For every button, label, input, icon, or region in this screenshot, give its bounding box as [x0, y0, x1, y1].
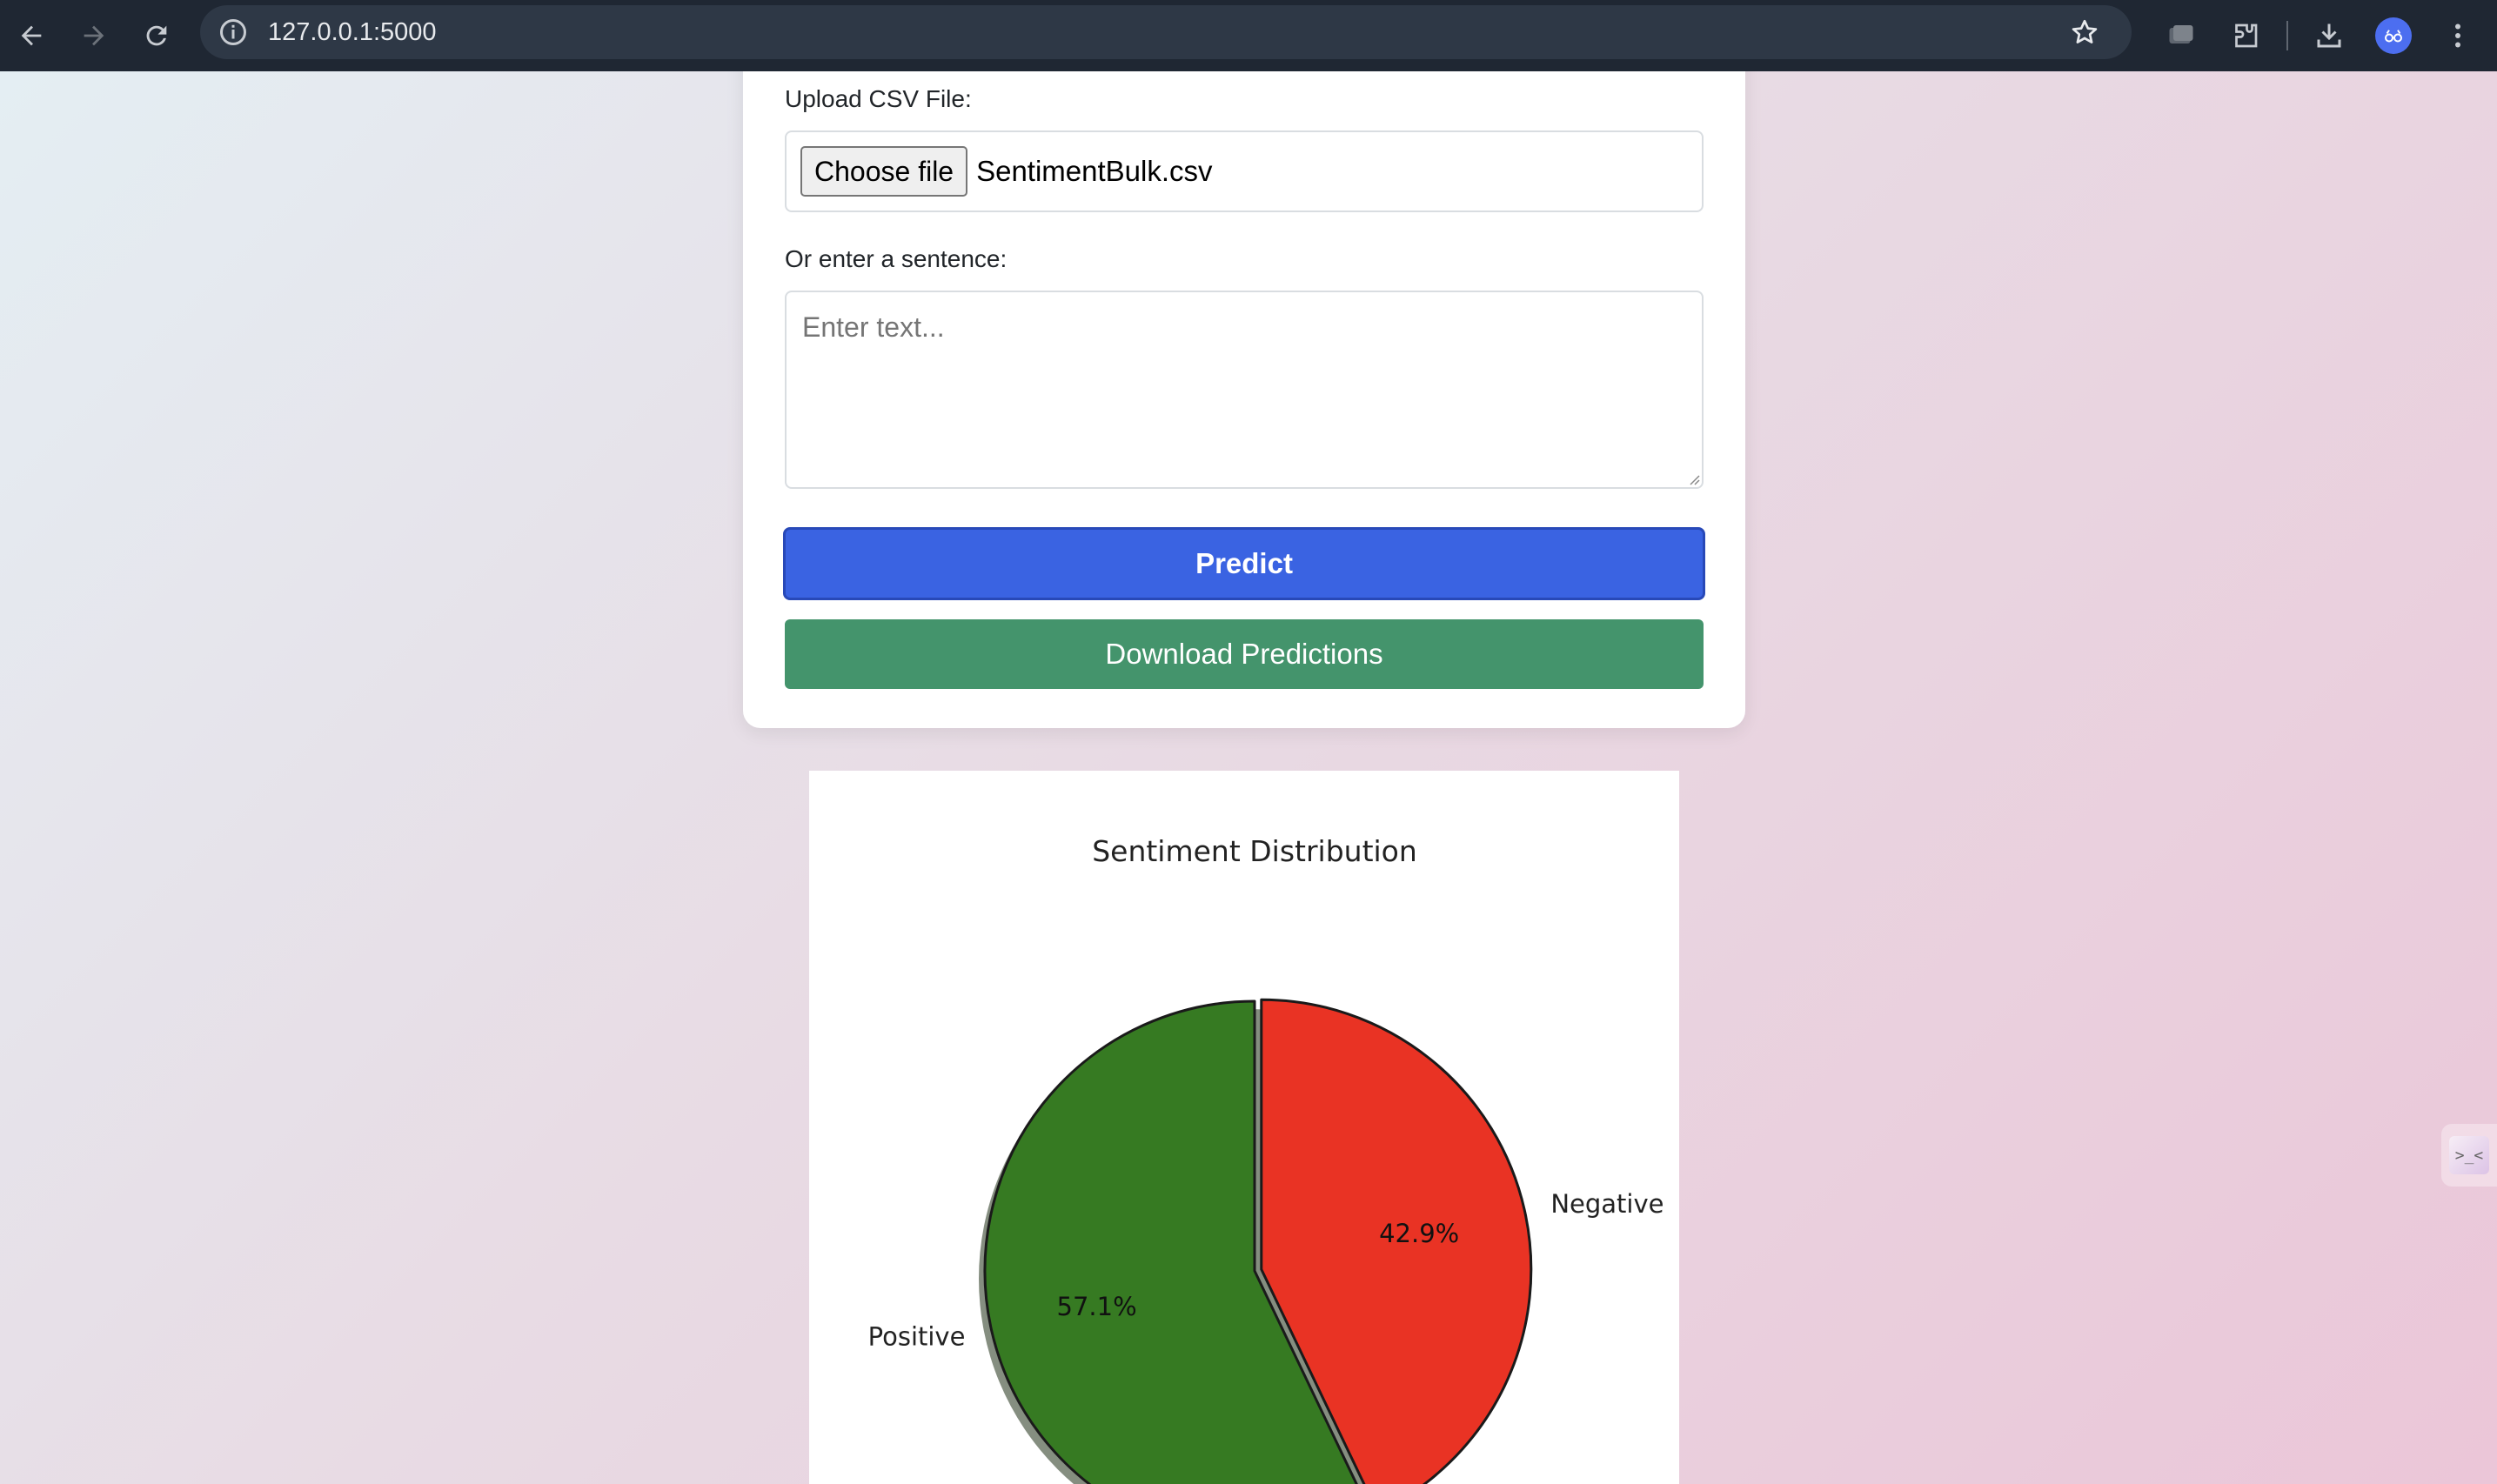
prediction-form-card: Upload CSV File: Choose file SentimentBu… — [743, 71, 1745, 728]
side-widget-icon: >_< — [2449, 1136, 2489, 1174]
pie-percent-label-negative: 42.9% — [1379, 1219, 1459, 1248]
back-arrow-icon — [21, 25, 42, 46]
pie-category-label-positive: Positive — [868, 1321, 966, 1351]
selected-file-name: SentimentBulk.csv — [976, 155, 1213, 187]
download-icon — [2317, 23, 2341, 48]
side-panel-toggle[interactable]: >_< — [2441, 1124, 2497, 1187]
upload-csv-label: Upload CSV File: — [785, 85, 972, 112]
reload-button[interactable] — [125, 0, 188, 71]
tab-search-button[interactable] — [2149, 0, 2213, 71]
profile-button[interactable] — [2361, 0, 2426, 71]
forward-arrow-icon — [84, 25, 104, 46]
pie-category-label-negative: Negative — [1550, 1189, 1664, 1219]
resize-grip-icon[interactable] — [1688, 473, 1700, 485]
more-menu-icon — [2455, 23, 2460, 48]
pie-percent-label-positive: 57.1% — [1057, 1292, 1137, 1321]
sentiment-chart: Sentiment Distribution 42.9% Negative 57.1%… — [809, 771, 1679, 1484]
back-button[interactable] — [0, 0, 63, 71]
predict-button[interactable]: Predict — [783, 527, 1705, 600]
bookmark-star-icon[interactable] — [2069, 17, 2100, 48]
choose-file-button[interactable]: Choose file — [800, 146, 968, 197]
forward-button[interactable] — [63, 0, 125, 71]
download-predictions-button[interactable]: Download Predictions — [785, 619, 1704, 689]
browser-toolbar: 127.0.0.1:5000 — [0, 0, 2497, 71]
site-info-icon[interactable] — [218, 17, 249, 48]
reload-icon — [146, 25, 167, 46]
more-menu-button[interactable] — [2426, 0, 2490, 71]
pie-chart-svg: Sentiment Distribution 42.9% Negative 57.1%… — [868, 834, 1664, 1484]
extensions-icon — [2235, 23, 2258, 48]
url-text[interactable]: 127.0.0.1:5000 — [268, 18, 437, 47]
chart-title: Sentiment Distribution — [1092, 834, 1417, 868]
sentence-textarea[interactable] — [785, 291, 1704, 489]
page-viewport: Upload CSV File: Choose file SentimentBu… — [0, 71, 2497, 1484]
downloads-button[interactable] — [2297, 0, 2361, 71]
profile-avatar-icon — [2375, 17, 2412, 54]
toolbar-separator — [2286, 21, 2288, 50]
file-input[interactable]: Choose file SentimentBulk.csv — [785, 130, 1704, 212]
tab-search-icon — [2169, 25, 2193, 43]
sentence-label: Or enter a sentence: — [785, 245, 1008, 272]
extensions-button[interactable] — [2213, 0, 2278, 71]
address-bar[interactable]: 127.0.0.1:5000 — [200, 5, 2132, 59]
